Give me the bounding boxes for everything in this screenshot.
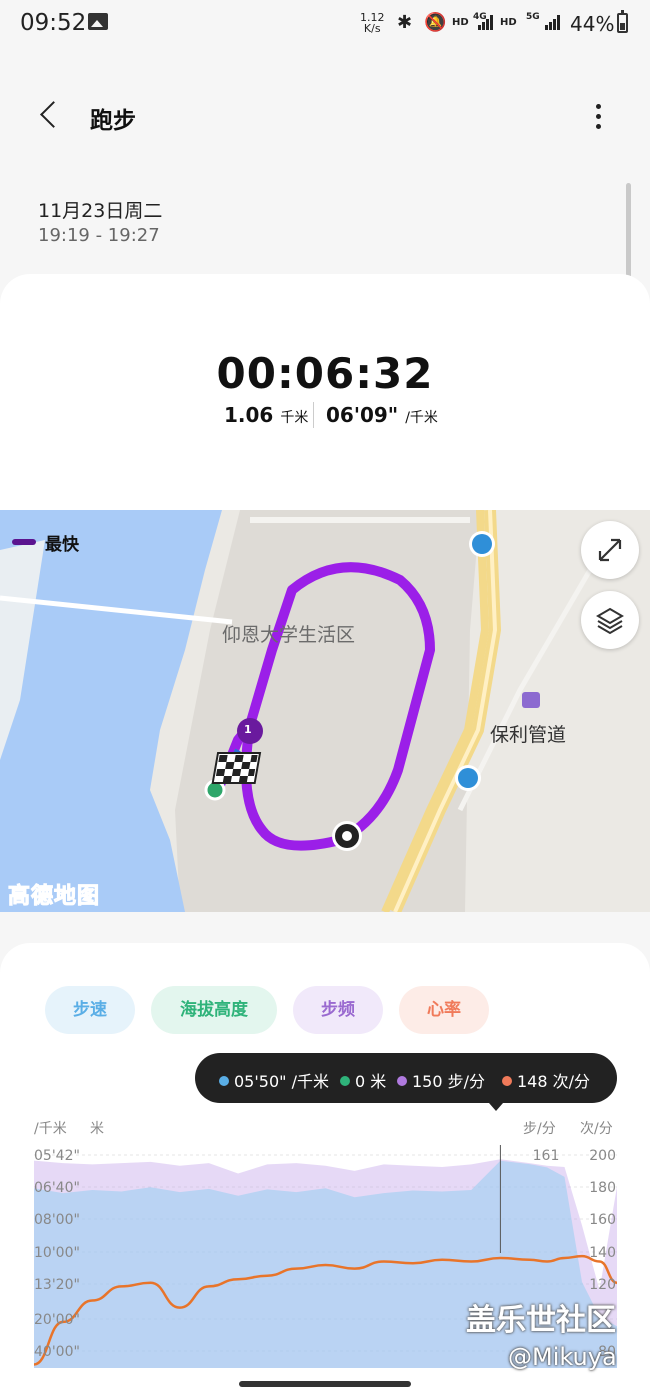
chart-card: 步速 海拔高度 步频 心率 05'50" /千米 0 米 150 步/分 148… <box>0 943 650 1394</box>
heart-rate-tick-label: 200 <box>589 1148 616 1164</box>
map-label-campus: 仰恩大学生活区 <box>222 624 356 646</box>
finish-flag-icon <box>211 752 262 784</box>
status-bar: 09:52 1.12 K/s ✱ 🔕 HD 4G HD 5G 44% <box>0 0 650 48</box>
network-speed: 1.12 K/s <box>360 11 385 35</box>
signal-icon-2 <box>545 14 563 30</box>
battery-percent: 44% <box>570 12 615 36</box>
pace-tick-label: 05'42" <box>34 1148 80 1164</box>
legend-swatch <box>12 539 36 545</box>
pace-tick-label: 40'00" <box>34 1344 80 1360</box>
duration-value: 00:06:32 <box>216 349 434 398</box>
page-title: 跑步 <box>90 108 136 134</box>
legend-label: 最快 <box>45 535 79 555</box>
bluetooth-icon: ✱ <box>397 12 413 33</box>
summary-card: 00:06:32 1.06 千米 06'09" /千米 <box>0 274 650 510</box>
map-layers-button[interactable] <box>581 591 639 649</box>
pace-value: 06'09" <box>326 403 399 427</box>
route-map[interactable]: 最快 仰恩大学生活区 保利管道 1 高德地图 <box>0 510 650 912</box>
pace-tick-label: 20'00" <box>34 1312 80 1328</box>
pace-tick-label: 06'40" <box>34 1180 80 1196</box>
pace-tick-label: 10'00" <box>34 1245 80 1261</box>
status-time: 09:52 <box>20 10 87 36</box>
pace-stat: 06'09" /千米 <box>326 403 438 427</box>
cadence-tick-label: 161 <box>533 1148 560 1164</box>
heart-rate-tick-label: 160 <box>589 1212 616 1228</box>
pace-unit: /千米 <box>405 410 438 426</box>
distance-stat: 1.06 千米 <box>224 403 308 427</box>
more-icon <box>596 104 601 109</box>
map-label-poi: 保利管道 <box>490 724 567 746</box>
map-canvas <box>0 510 650 912</box>
layers-icon <box>596 607 624 635</box>
poi-icon <box>522 692 540 708</box>
hd-badge: HD <box>452 17 469 28</box>
bus-stop-icon <box>472 534 492 554</box>
map-brand-logo: 高德地图 <box>7 884 101 910</box>
signal-icon <box>478 14 496 30</box>
hd-badge-2: HD <box>500 17 517 28</box>
home-indicator[interactable] <box>239 1381 411 1387</box>
heart-rate-tick-label: 180 <box>589 1180 616 1196</box>
image-icon <box>88 13 108 30</box>
distance-value: 1.06 <box>224 403 274 427</box>
heart-rate-tick-label: 120 <box>589 1277 616 1293</box>
mute-icon: 🔕 <box>424 12 447 33</box>
network-type-2: 5G <box>526 12 540 22</box>
stat-divider <box>313 402 314 428</box>
expand-icon <box>598 538 622 562</box>
distance-unit: 千米 <box>280 410 309 426</box>
km-marker-label: 1 <box>244 723 252 736</box>
watermark-text: 盖乐世社区 <box>466 1303 616 1338</box>
pace-tick-label: 08'00" <box>34 1212 80 1228</box>
battery-icon <box>617 10 628 33</box>
heart-rate-tick-label: 140 <box>589 1245 616 1261</box>
pace-tick-label: 13'20" <box>34 1277 80 1293</box>
watermark-user: @Mikuya <box>508 1343 617 1371</box>
session-time-range: 19:19 - 19:27 <box>38 225 160 246</box>
bus-stop-icon-2 <box>458 768 478 788</box>
back-button[interactable] <box>34 98 66 134</box>
session-date: 11月23日周二 <box>38 200 163 222</box>
expand-map-button[interactable] <box>581 521 639 579</box>
more-options-button[interactable] <box>586 100 610 134</box>
